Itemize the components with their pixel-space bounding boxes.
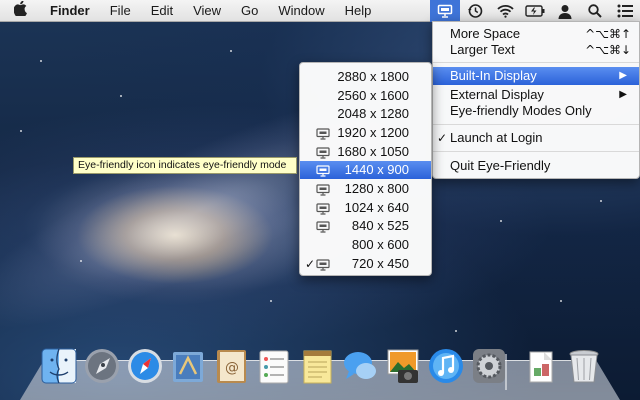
eye-friendly-display-icon [316,127,330,140]
star [120,95,122,97]
menu-separator [433,151,639,152]
star [270,300,272,302]
apple-menu-icon[interactable] [0,0,40,20]
resolution-item[interactable]: 1280 x 800 [300,180,431,198]
menu-item-label: Larger Text [450,42,515,57]
notes-icon[interactable] [298,346,336,386]
resolution-label: 1680 x 1050 [337,144,409,159]
menu-file[interactable]: File [100,0,141,22]
resolution-item[interactable]: 1680 x 1050 [300,143,431,161]
resolution-item[interactable]: ✓ 720 x 450 [300,255,431,273]
eye-friendly-display-icon [316,258,330,271]
safari-icon[interactable] [126,346,164,386]
resolution-label: 840 x 525 [351,218,409,233]
itunes-icon[interactable] [427,346,465,386]
menu-help[interactable]: Help [335,0,382,22]
resolution-item[interactable]: 800 x 600 [300,236,431,254]
svg-text:@: @ [225,360,239,376]
resolution-item[interactable]: 2880 x 1800 [300,68,431,86]
battery-icon[interactable] [520,0,550,22]
spotlight-search-icon[interactable] [580,0,610,22]
star [560,300,562,302]
builtin-display-item[interactable]: Built-In Display ▶ [433,67,639,85]
menu-item-label: Quit Eye-Friendly [450,158,551,173]
dock: @ [38,346,618,394]
star [455,330,457,332]
menu-edit[interactable]: Edit [141,0,183,22]
star [80,260,82,262]
finder-icon[interactable] [40,346,78,386]
resolution-label: 1280 x 800 [344,181,409,196]
checkmark-icon: ✓ [437,131,448,145]
menu-separator [433,124,639,125]
star [20,130,22,132]
resolution-item-selected[interactable]: 1440 x 900 [300,161,431,179]
eye-friendly-display-icon [316,146,330,159]
menu-view[interactable]: View [183,0,231,22]
resolution-item[interactable]: 2560 x 1600 [300,87,431,105]
trash-icon[interactable] [565,346,603,386]
status-area [430,0,640,22]
notification-center-icon[interactable] [610,0,640,22]
messages-icon[interactable] [341,346,379,386]
resolution-label: 1024 x 640 [344,200,409,215]
resolution-item[interactable]: 2048 x 1280 [300,105,431,123]
resolution-label: 2880 x 1800 [337,69,409,84]
resolution-label: 1440 x 900 [344,162,409,177]
eye-friendly-display-icon [316,202,330,215]
resolution-item[interactable]: 1920 x 1200 [300,124,431,142]
mail-icon[interactable] [169,346,207,386]
star [40,60,42,62]
eye-friendly-modes-only-item[interactable]: Eye-friendly Modes Only [433,102,639,120]
submenu-arrow-icon: ▶ [619,70,627,81]
menu-item-label: Launch at Login [450,130,543,145]
dock-divider [505,354,507,390]
star [500,220,502,222]
documents-stack-icon[interactable] [522,346,560,386]
resolution-label: 720 x 450 [351,256,409,271]
eye-friendly-display-icon [316,220,330,233]
menu-item-label: Eye-friendly Modes Only [450,103,592,118]
menu-finder[interactable]: Finder [40,0,100,22]
checkmark-icon: ✓ [305,257,316,271]
user-icon[interactable] [550,0,580,22]
iphoto-icon[interactable] [384,346,422,386]
eye-friendly-menu: More Space ^⌥⌘↑ Larger Text ^⌥⌘↓ Built-I… [432,21,640,179]
wifi-icon[interactable] [490,0,520,22]
contacts-icon[interactable]: @ [212,346,250,386]
eye-friendly-display-icon[interactable] [430,0,460,22]
menu-window[interactable]: Window [268,0,334,22]
menu-go[interactable]: Go [231,0,268,22]
resolution-item[interactable]: 1024 x 640 [300,199,431,217]
launchpad-icon[interactable] [83,346,121,386]
resolution-label: 800 x 600 [351,237,409,252]
eye-friendly-display-icon [316,164,330,177]
quit-item[interactable]: Quit Eye-Friendly [433,157,639,175]
launch-at-login-item[interactable]: ✓ Launch at Login [433,129,639,147]
resolution-label: 2560 x 1600 [337,88,409,103]
time-machine-icon[interactable] [460,0,490,22]
resolution-label: 1920 x 1200 [337,125,409,140]
menu-separator [433,62,639,63]
tooltip: Eye-friendly icon indicates eye-friendly… [73,157,297,174]
system-preferences-icon[interactable] [470,346,508,386]
resolution-label: 2048 x 1280 [337,106,409,121]
eye-friendly-display-icon [316,183,330,196]
star [600,200,602,202]
larger-text-item[interactable]: Larger Text ^⌥⌘↓ [433,41,639,59]
reminders-icon[interactable] [255,346,293,386]
menu-bar: Finder File Edit View Go Window Help [0,0,640,22]
shortcut-label: ^⌥⌘↓ [585,43,631,57]
resolution-submenu: 2880 x 1800 2560 x 1600 2048 x 1280 1920… [299,62,432,276]
star [230,50,232,52]
resolution-item[interactable]: 840 x 525 [300,217,431,235]
menu-item-label: Built-In Display [450,68,537,83]
